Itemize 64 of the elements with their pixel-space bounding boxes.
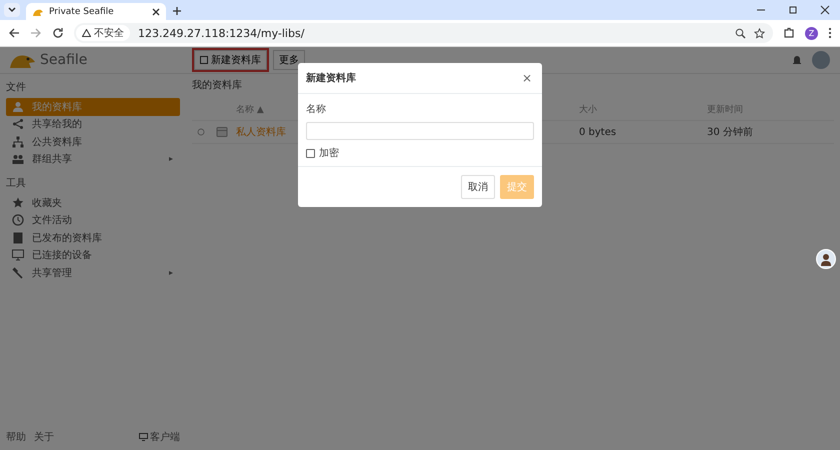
dialog-title: 新建资料库	[306, 71, 356, 85]
client-link[interactable]: 客户端	[139, 430, 180, 444]
column-header: 更新时间	[707, 104, 743, 116]
group-icon	[12, 153, 24, 166]
logo-text: Seafile	[40, 52, 88, 68]
bell-icon[interactable]	[792, 54, 802, 66]
monitor-icon	[12, 249, 24, 262]
sidebar-item[interactable]: 已发布的资料库	[6, 229, 180, 246]
zoom-icon[interactable]	[735, 28, 746, 38]
table-cell-text: 0 bytes	[579, 126, 618, 138]
footer-link[interactable]: 关于	[34, 430, 54, 444]
reload-icon[interactable]	[52, 27, 64, 39]
tab-title: Private Seafile	[49, 6, 115, 16]
sidebar-item[interactable]: 群组共享	[6, 150, 180, 168]
menu-icon[interactable]	[828, 27, 832, 39]
close-button[interactable]: ×	[522, 71, 532, 85]
profile-avatar[interactable]: Z	[805, 26, 818, 40]
browser-tab[interactable]: Private Seafile	[26, 3, 166, 20]
star-icon	[12, 196, 24, 209]
close-icon[interactable]	[152, 8, 160, 16]
cancel-button[interactable]: 取消	[461, 175, 495, 199]
name-input-field[interactable]	[306, 122, 534, 140]
sidebar-item[interactable]: 文件活动	[6, 212, 180, 229]
close-icon[interactable]	[820, 5, 830, 15]
wrench-icon	[12, 266, 24, 279]
page-title: 我的资料库	[192, 78, 242, 92]
sidebar-section-title: 工具	[6, 177, 27, 191]
chevron-down-icon	[8, 7, 16, 13]
url-text: 123.249.27.118:1234/my-libs/	[138, 26, 304, 40]
star-outline-icon[interactable]	[197, 128, 205, 136]
library-icon	[216, 126, 228, 138]
share-icon	[12, 118, 24, 130]
toolbar-button[interactable]: 更多	[273, 50, 305, 70]
warning-icon	[82, 29, 91, 37]
security-chip[interactable]: 不安全	[76, 25, 130, 41]
sidebar-section-title: 文件	[6, 80, 27, 95]
toolbar-button[interactable]: 新建资料库	[194, 50, 267, 70]
caret-icon[interactable]	[168, 270, 174, 276]
maximize-icon[interactable]	[788, 5, 798, 15]
monitor-icon	[139, 433, 148, 441]
caret-icon[interactable]	[168, 156, 174, 162]
checkbox[interactable]	[306, 148, 315, 158]
square-icon	[200, 56, 208, 64]
sidebar-item[interactable]: 收藏夹	[6, 194, 180, 212]
star-icon[interactable]	[754, 28, 765, 38]
sidebar-item[interactable]: 共享给我的	[6, 116, 180, 133]
org-icon	[12, 136, 24, 148]
table-cell-text: 30 分钟前	[707, 126, 753, 139]
sidebar-item[interactable]: 已连接的设备	[6, 246, 180, 264]
book-icon	[12, 232, 24, 244]
address-bar[interactable]: 不安全 123.249.27.118:1234/my-libs/	[74, 23, 773, 43]
field-label: 名称	[306, 103, 327, 116]
sidebar-item[interactable]: 公共资料库	[6, 133, 180, 150]
tab-list-button[interactable]	[4, 3, 20, 17]
footer-link[interactable]: 帮助	[6, 430, 26, 444]
assistant-avatar[interactable]	[816, 249, 836, 269]
sidebar-item[interactable]: 共享管理	[6, 264, 180, 282]
user-icon	[12, 100, 24, 113]
new-tab-icon[interactable]	[172, 6, 182, 16]
column-header: 大小	[579, 104, 598, 116]
clock-icon	[12, 214, 24, 226]
checkbox-label: 加密	[319, 146, 339, 160]
extensions-icon[interactable]	[783, 27, 795, 39]
back-icon[interactable]	[8, 27, 20, 39]
